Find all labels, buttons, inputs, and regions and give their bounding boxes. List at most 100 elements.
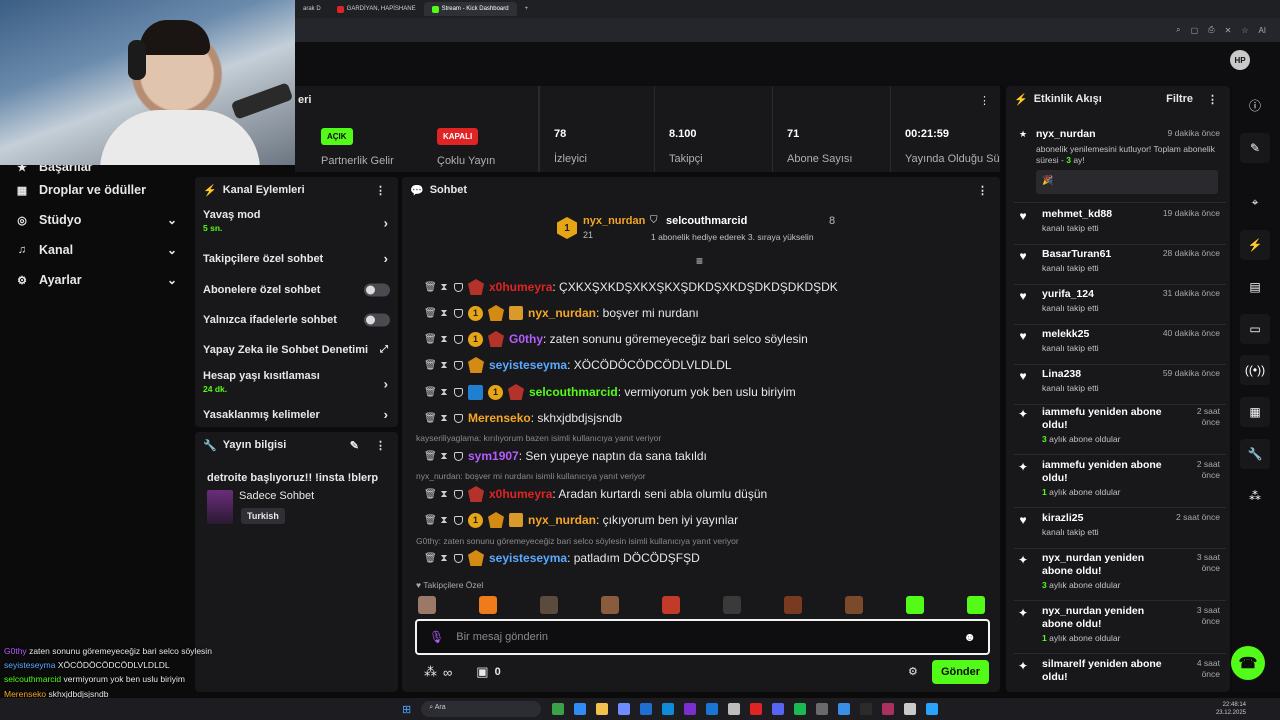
chat-username[interactable]: Merenseko (468, 411, 531, 425)
zoom-icon[interactable]: ⌕ (1176, 25, 1180, 35)
banned-words-row[interactable]: Yasaklanmış kelimeler › (195, 403, 398, 427)
timeout-icon[interactable]: ⧗ (439, 515, 449, 526)
emote-icon[interactable] (601, 596, 619, 614)
chat-username[interactable]: nyx_nurdan (528, 513, 596, 527)
browser-tab-active[interactable]: Stream - Kick Dashboard (423, 2, 517, 16)
event-user[interactable]: Lina238 (1042, 368, 1172, 381)
event-user[interactable]: nyx_nurdan yeniden abone oldu! (1042, 605, 1172, 631)
browser-tab[interactable]: arak D (295, 2, 329, 16)
chat-username[interactable]: seyisteseyma (489, 358, 567, 372)
panels-icon[interactable]: ▦ (1240, 397, 1270, 427)
gift-box-icon[interactable]: ▣ (476, 664, 488, 680)
taskbar-app-icon[interactable] (618, 703, 631, 715)
emote-icon[interactable] (723, 596, 741, 614)
event-user[interactable]: nyx_nurdan yeniden abone oldu! (1042, 552, 1172, 578)
support-chat-button[interactable]: ☎ (1231, 646, 1265, 680)
more-icon[interactable]: ⋮ (977, 184, 988, 197)
chat-username[interactable]: selcouthmarcid (529, 385, 618, 399)
chat-username[interactable]: G0thy (509, 332, 543, 346)
sidebar-item-channel[interactable]: ♫ Kanal ⌄ (0, 235, 195, 265)
window-icon[interactable]: ▢ (1191, 26, 1199, 35)
taskbar-app-icon[interactable] (772, 703, 785, 715)
profile-avatar[interactable]: HP (1230, 50, 1250, 70)
timeout-icon[interactable]: ⧗ (439, 360, 449, 371)
taskbar-app-icon[interactable] (596, 703, 609, 715)
emote-icon[interactable] (906, 596, 924, 614)
followers-only-row[interactable]: Takipçilere özel sohbet › (195, 243, 398, 275)
filter-button[interactable]: Filtre (1166, 93, 1193, 105)
timeout-icon[interactable]: ⧗ (439, 334, 449, 345)
chat-icon[interactable]: ▭ (1240, 314, 1270, 344)
chat-input[interactable]: 🎙 Bir mesaj gönderin ☻ (415, 619, 990, 655)
category-name[interactable]: Sadece Sohbet (239, 490, 314, 502)
delete-icon[interactable]: 🗑 (424, 489, 437, 500)
ai-moderation-row[interactable]: Yapay Zeka ile Sohbet Denetimi ⤢ (195, 335, 398, 365)
collapse-icon[interactable]: ≡ (696, 254, 703, 268)
sidebar-item-settings[interactable]: ⚙ Ayarlar ⌄ (0, 265, 195, 295)
lightning-icon[interactable]: ⚡ (1240, 230, 1270, 260)
sidebar-item-drops[interactable]: ▦ Droplar ve ödüller (0, 175, 195, 205)
slow-mode-row[interactable]: Yavaş mod 5 sn. › (195, 203, 398, 243)
timeout-icon[interactable]: ⧗ (439, 413, 449, 424)
event-user[interactable]: yurifa_124 (1042, 288, 1172, 301)
timeout-icon[interactable]: ⧗ (439, 553, 449, 564)
broadcast-icon[interactable]: ((•)) (1240, 355, 1270, 385)
focus-icon[interactable]: ⌖ (1240, 187, 1270, 217)
more-icon[interactable]: ⋮ (375, 184, 386, 197)
taskbar-app-icon[interactable] (860, 703, 873, 715)
edit-icon[interactable]: ✎ (1240, 133, 1270, 163)
event-user[interactable]: nyx_nurdan (1036, 128, 1166, 141)
timeout-icon[interactable]: ⧗ (439, 489, 449, 500)
leader-user[interactable]: nyx_nurdan (583, 215, 645, 227)
taskbar-app-icon[interactable] (728, 703, 741, 715)
event-user[interactable]: BasarTuran61 (1042, 248, 1172, 261)
taskbar-app-icon[interactable] (882, 703, 895, 715)
chat-username[interactable]: x0humeyra (489, 280, 552, 294)
taskbar-app-icon[interactable] (552, 703, 565, 715)
taskbar-app-icon[interactable] (904, 703, 917, 715)
emote-icon[interactable] (967, 596, 985, 614)
send-button[interactable]: Gönder (932, 660, 989, 684)
chat-settings-icon[interactable]: ⚙ (908, 665, 918, 678)
chat-username[interactable]: seyisteseyma (489, 551, 567, 565)
emote-icon[interactable] (784, 596, 802, 614)
timeout-icon[interactable]: ⧗ (439, 451, 449, 462)
event-user[interactable]: melekk25 (1042, 328, 1172, 341)
delete-icon[interactable]: 🗑 (424, 413, 437, 424)
taskbar-app-icon[interactable] (574, 703, 587, 715)
chat-username[interactable]: x0humeyra (489, 487, 552, 501)
emote-icon[interactable] (662, 596, 680, 614)
emote-only-toggle[interactable] (364, 313, 390, 327)
delete-icon[interactable]: 🗑 (424, 387, 437, 398)
taskbar-search[interactable]: ⌕ Ara (421, 701, 542, 717)
emote-icon[interactable] (540, 596, 558, 614)
bookmark-icon[interactable]: ☆ (1241, 26, 1248, 35)
event-user[interactable]: iammefu yeniden abone oldu! (1042, 459, 1172, 485)
delete-icon[interactable]: 🗑 (424, 360, 437, 371)
taskbar-app-icon[interactable] (684, 703, 697, 715)
emote-icon[interactable] (479, 596, 497, 614)
leader-user-2[interactable]: selcouthmarcid (666, 215, 747, 227)
wrench-icon[interactable]: 🔧 (1240, 439, 1270, 469)
timeout-icon[interactable]: ⧗ (439, 387, 449, 398)
new-tab-button[interactable]: + (517, 2, 537, 16)
print-icon[interactable]: ⎙ (1208, 25, 1214, 35)
delete-icon[interactable]: 🗑 (424, 308, 437, 319)
taskbar-app-icon[interactable] (838, 703, 851, 715)
points-icon[interactable]: ⁂ (424, 664, 437, 680)
delete-icon[interactable]: 🗑 (424, 451, 437, 462)
more-icon[interactable]: ⋮ (375, 439, 386, 452)
browser-tab[interactable]: GARDİYAN, HAPİSHANE (329, 2, 424, 16)
delete-icon[interactable]: 🗑 (424, 515, 437, 526)
chat-username[interactable]: nyx_nurdan (528, 306, 596, 320)
taskbar-app-icon[interactable] (816, 703, 829, 715)
info-icon[interactable]: ⓘ (1240, 90, 1270, 120)
timeout-icon[interactable]: ⧗ (439, 282, 449, 293)
extension-icon[interactable]: ✕ (1225, 26, 1232, 35)
more-icon[interactable]: ⋮ (1207, 93, 1218, 106)
dots-icon[interactable]: ⁂ (1240, 481, 1270, 511)
emote-icon[interactable] (418, 596, 436, 614)
subs-only-toggle[interactable] (364, 283, 390, 297)
windows-icon[interactable]: ⊞ (402, 703, 411, 716)
event-user[interactable]: kirazli25 (1042, 512, 1172, 525)
